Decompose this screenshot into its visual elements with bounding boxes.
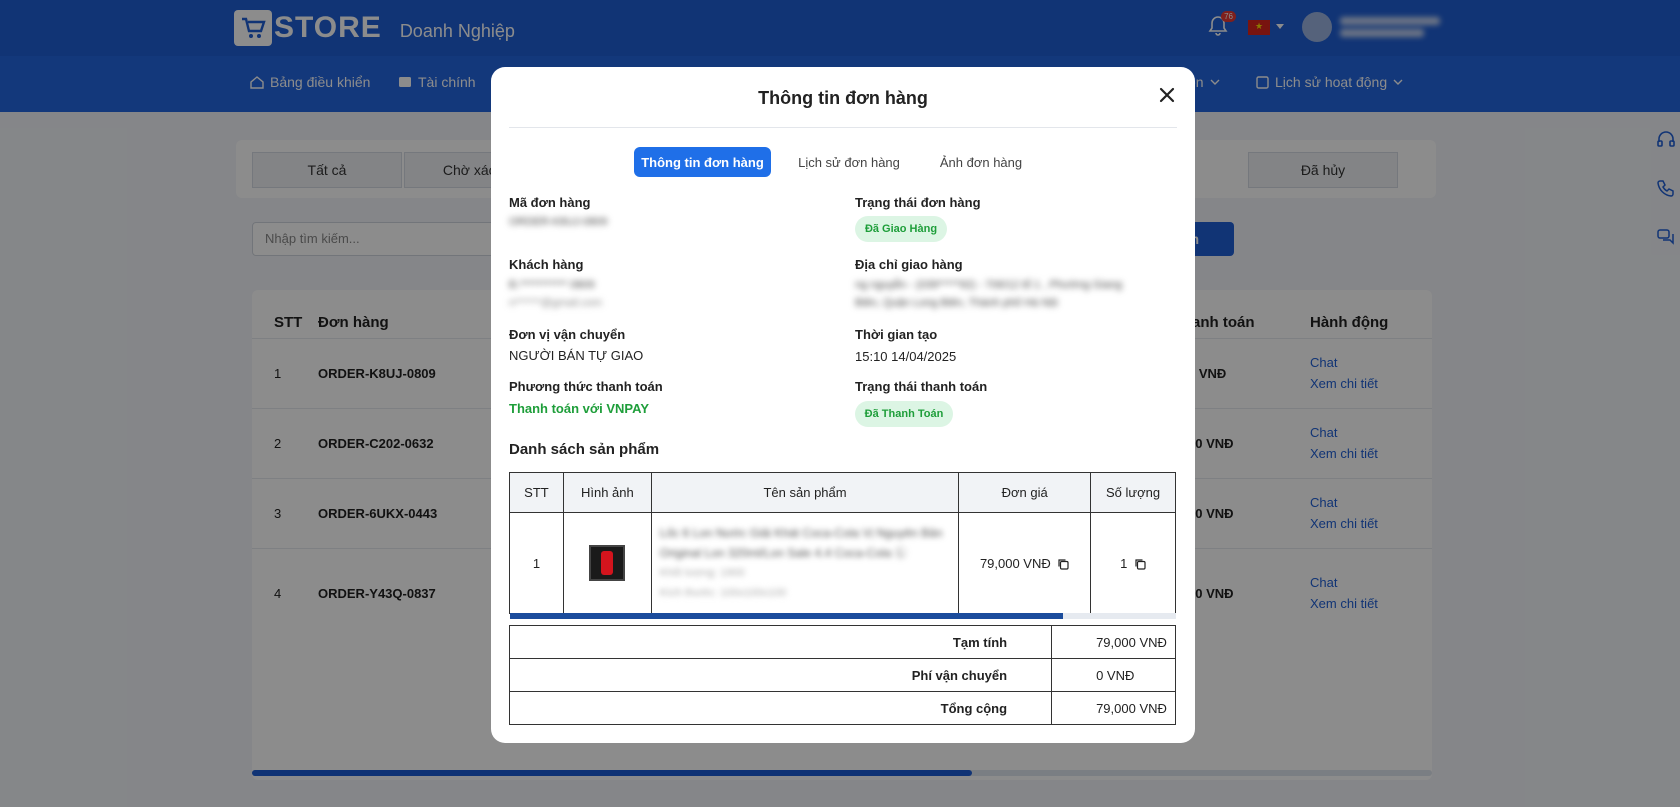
product-quantity-cell: 1	[1090, 512, 1176, 614]
payment-status-label: Trạng thái thanh toán	[855, 379, 988, 394]
product-dimensions: Kích thước: 100x100x100	[659, 587, 787, 599]
subtotal-value: 79,000 VNĐ	[1051, 625, 1176, 659]
divider	[509, 127, 1177, 128]
copy-icon[interactable]	[1057, 558, 1069, 570]
shipping-fee-label: Phí vận chuyển	[508, 658, 1053, 692]
tab-order-history[interactable]: Lịch sử đơn hàng	[789, 147, 909, 177]
column-header-image: Hình ảnh	[562, 472, 652, 513]
created-time-value: 15:10 14/04/2025	[855, 349, 957, 364]
order-info-modal: Thông tin đơn hàng Thông tin đơn hàng Lị…	[491, 67, 1195, 743]
shipping-fee-row: Phí vận chuyển 0 VNĐ	[508, 658, 1176, 692]
payment-method-label: Phương thức thanh toán	[509, 379, 663, 394]
order-code-value: ORDER-K8UJ-0809	[509, 216, 608, 228]
product-quantity: 1	[1120, 555, 1128, 571]
column-header-name: Tên sản phẩm	[650, 472, 960, 513]
product-table: STT Hình ảnh Tên sản phẩm Đơn giá Số lượ…	[509, 472, 1176, 614]
created-time-label: Thời gian tạo	[855, 327, 938, 342]
address-label: Địa chỉ giao hàng	[855, 257, 963, 272]
product-name-cell: Lốc 6 Lon Nước Giải Khát Coca-Cola Vị Ng…	[650, 512, 960, 614]
order-status-label: Trạng thái đơn hàng	[855, 195, 981, 210]
subtotal-label: Tạm tính	[508, 625, 1053, 659]
product-name-line-2: Original Lon 320ml/Lon Sale 4.4 Coca-Col…	[659, 546, 907, 560]
grand-total-label: Tổng cộng	[508, 691, 1053, 725]
modal-title: Thông tin đơn hàng	[758, 88, 928, 108]
close-button[interactable]	[1158, 86, 1178, 106]
product-name-line-1: Lốc 6 Lon Nước Giải Khát Coca-Cola Vị Ng…	[659, 526, 943, 540]
grand-total-row: Tổng cộng 79,000 VNĐ	[508, 691, 1176, 725]
tab-order-images[interactable]: Ảnh đơn hàng	[929, 147, 1033, 177]
carrier-label: Đơn vị vận chuyển	[509, 327, 626, 342]
product-stt: 1	[509, 512, 564, 614]
address-line-2: Biên, Quận Long Biên, Thành phố Hà Nội	[855, 297, 1058, 309]
column-header-quantity: Số lượng	[1090, 472, 1176, 513]
order-code-label: Mã đơn hàng	[509, 195, 591, 210]
grand-total-value: 79,000 VNĐ	[1051, 691, 1176, 725]
product-image-cell	[562, 512, 652, 614]
products-section-title: Danh sách sản phẩm	[509, 441, 660, 458]
table-row: 1 Lốc 6 Lon Nước Giải Khát Coca-Cola Vị …	[509, 512, 1176, 614]
copy-icon[interactable]	[1134, 558, 1146, 570]
payment-method-value: Thanh toán với VNPAY	[509, 401, 649, 416]
product-price: 79,000 VNĐ	[979, 555, 1051, 571]
customer-email: n******@gmail.com	[509, 297, 603, 309]
product-table-scrollbar[interactable]	[510, 613, 1176, 619]
product-image[interactable]	[589, 545, 626, 581]
totals-table: Tạm tính 79,000 VNĐ Phí vận chuyển 0 VNĐ…	[508, 625, 1176, 725]
product-price-cell: 79,000 VNĐ	[958, 512, 1092, 614]
column-header-stt: STT	[509, 472, 564, 513]
column-header-price: Đơn giá	[958, 472, 1092, 513]
customer-label: Khách hàng	[509, 257, 584, 272]
product-weight: Khối lượng: 1900	[659, 567, 745, 579]
scrollbar-thumb[interactable]	[510, 613, 1063, 619]
product-table-header: STT Hình ảnh Tên sản phẩm Đơn giá Số lượ…	[509, 472, 1176, 513]
carrier-value: NGƯỜI BÁN TỰ GIAO	[509, 348, 644, 363]
status-badge: Đã Thanh Toán	[855, 401, 953, 427]
shipping-fee-value: 0 VNĐ	[1051, 658, 1176, 692]
close-icon	[1159, 87, 1175, 103]
subtotal-row: Tạm tính 79,000 VNĐ	[508, 625, 1176, 659]
customer-name: Đ.*********** 0809	[509, 279, 595, 291]
status-badge: Đã Giao Hàng	[855, 216, 947, 242]
coca-cola-can-image	[601, 551, 614, 575]
tab-order-info[interactable]: Thông tin đơn hàng	[634, 147, 771, 177]
address-line-1: ng nguyễn - (039*****92) - 706/12 tổ 1 ,…	[855, 279, 1123, 291]
